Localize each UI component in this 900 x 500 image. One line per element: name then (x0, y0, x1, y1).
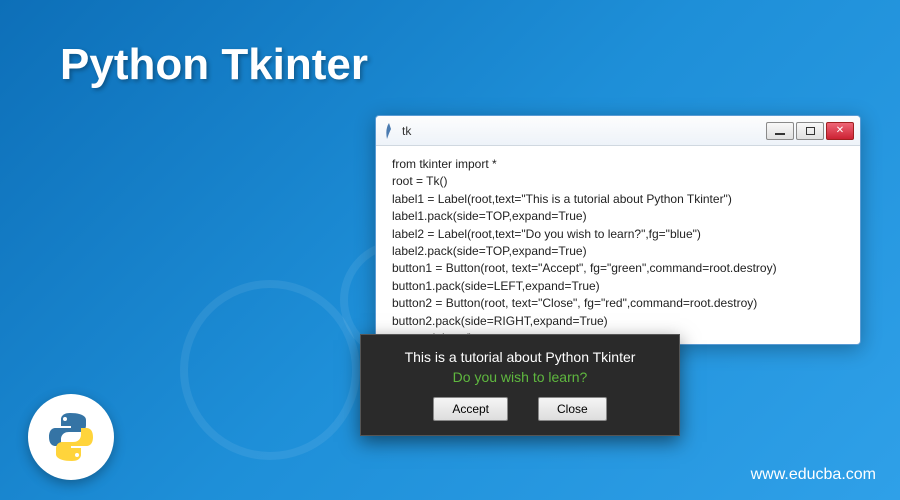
window-titlebar[interactable]: tk ✕ (376, 116, 860, 146)
tkinter-output-popup: This is a tutorial about Python Tkinter … (360, 334, 680, 436)
code-line: root = Tk() (392, 173, 844, 190)
window-controls: ✕ (766, 122, 854, 140)
page-title: Python Tkinter (60, 40, 368, 90)
close-button[interactable]: Close (538, 397, 607, 421)
code-line: label2 = Label(root,text="Do you wish to… (392, 226, 844, 243)
popup-button-row: Accept Close (381, 397, 659, 421)
background-gear-icon (180, 280, 360, 460)
popup-label-1: This is a tutorial about Python Tkinter (381, 349, 659, 365)
accept-button[interactable]: Accept (433, 397, 508, 421)
code-line: label1 = Label(root,text="This is a tuto… (392, 191, 844, 208)
minimize-icon (775, 133, 785, 135)
code-line: button1.pack(side=LEFT,expand=True) (392, 278, 844, 295)
code-line: from tkinter import * (392, 156, 844, 173)
code-text-area: from tkinter import * root = Tk() label1… (376, 146, 860, 357)
code-line: button1 = Button(root, text="Accept", fg… (392, 260, 844, 277)
close-window-button[interactable]: ✕ (826, 122, 854, 140)
python-logo-badge (28, 394, 114, 480)
code-line: button2 = Button(root, text="Close", fg=… (392, 295, 844, 312)
tkinter-code-window: tk ✕ from tkinter import * root = Tk() l… (375, 115, 861, 345)
popup-label-2: Do you wish to learn? (381, 369, 659, 385)
maximize-button[interactable] (796, 122, 824, 140)
maximize-icon (806, 127, 815, 135)
code-line: label2.pack(side=TOP,expand=True) (392, 243, 844, 260)
close-icon: ✕ (836, 125, 844, 136)
minimize-button[interactable] (766, 122, 794, 140)
code-line: label1.pack(side=TOP,expand=True) (392, 208, 844, 225)
code-line: button2.pack(side=RIGHT,expand=True) (392, 313, 844, 330)
tk-feather-icon (382, 122, 396, 140)
python-logo-icon (43, 409, 99, 465)
site-url: www.educba.com (751, 466, 876, 484)
window-title: tk (402, 124, 766, 138)
